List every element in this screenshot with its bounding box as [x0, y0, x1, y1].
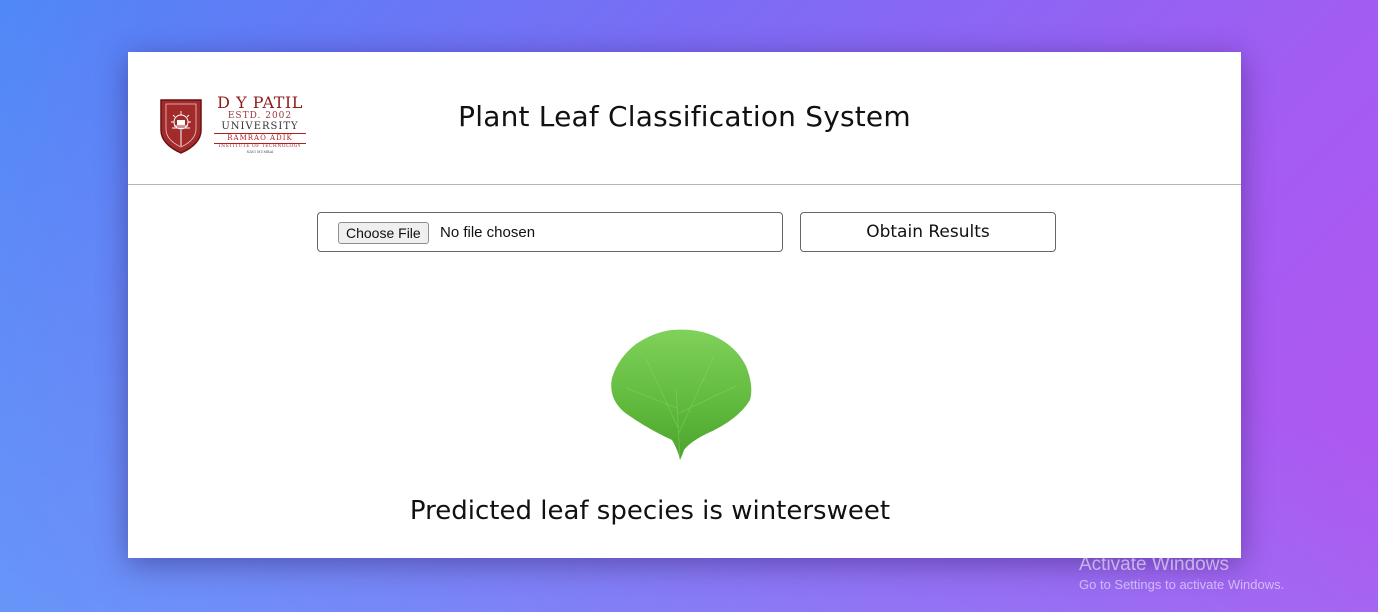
- main-card: D Y PATIL ESTD. 2002 UNIVERSITY RAMRAO A…: [128, 52, 1241, 558]
- activate-windows-watermark: Activate Windows Go to Settings to activ…: [1079, 554, 1284, 594]
- file-status-text: No file chosen: [440, 224, 535, 242]
- file-input[interactable]: Choose File No file chosen: [317, 212, 783, 252]
- header: D Y PATIL ESTD. 2002 UNIVERSITY RAMRAO A…: [128, 52, 1241, 185]
- watermark-title: Activate Windows: [1079, 554, 1284, 576]
- logo-line-6: NAVI MUMBAI: [210, 150, 310, 155]
- page-title: Plant Leaf Classification System: [128, 100, 1241, 133]
- obtain-results-button[interactable]: Obtain Results: [800, 212, 1056, 252]
- prediction-text: Predicted leaf species is wintersweet: [128, 496, 1172, 526]
- leaf-image: [606, 328, 754, 462]
- watermark-subtitle: Go to Settings to activate Windows.: [1079, 576, 1284, 594]
- logo-line-4: RAMRAO ADIK: [214, 133, 306, 144]
- choose-file-button[interactable]: Choose File: [338, 222, 429, 244]
